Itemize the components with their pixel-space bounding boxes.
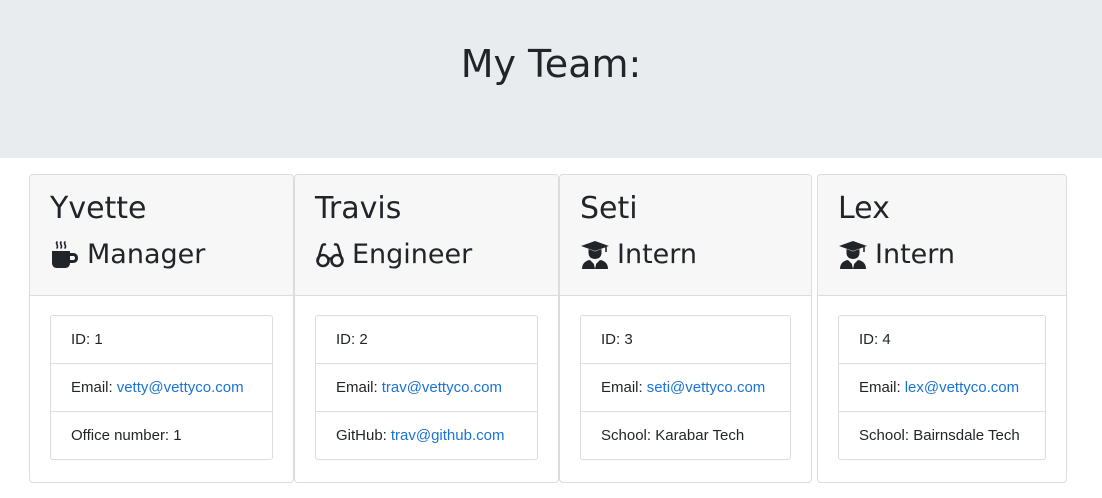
employee-email-row: Email: seti@vettyco.com [581, 364, 790, 412]
github-link[interactable]: trav@github.com [391, 427, 505, 444]
employee-role-label: Manager [87, 239, 206, 270]
card-header: Lex Intern [818, 175, 1066, 296]
id-label: ID: [601, 331, 621, 348]
employee-email-row: Email: lex@vettyco.com [839, 364, 1045, 412]
employee-details-list: ID: 3 Email: seti@vettyco.com School: Kar… [580, 315, 791, 460]
email-link[interactable]: lex@vettyco.com [905, 379, 1019, 396]
employee-github-row: GitHub: trav@github.com [316, 412, 537, 459]
employee-role: Intern [838, 237, 955, 273]
mug-icon [50, 240, 80, 270]
school-label: School: [859, 427, 910, 444]
card-header: Yvette Manager [30, 175, 293, 296]
employee-role: Engineer [315, 237, 472, 273]
employee-card-engineer: Travis Engineer ID: 2 Email: trav@vettyco… [294, 174, 559, 483]
employee-office-row: Office number: 1 [51, 412, 272, 459]
card-header: Travis Engineer [295, 175, 558, 296]
email-label: Email: [601, 379, 643, 396]
id-value: 1 [94, 331, 103, 348]
employee-role-label: Intern [617, 239, 698, 270]
id-label: ID: [336, 331, 356, 348]
graduate-icon [580, 240, 610, 270]
employee-role: Intern [580, 237, 697, 273]
office-label: Office number: [71, 427, 170, 444]
email-link[interactable]: vetty@vettyco.com [117, 379, 244, 396]
employee-card-intern: Seti Intern ID: 3 Email: seti@vettyco.com… [559, 174, 812, 483]
id-label: ID: [859, 331, 879, 348]
employee-name: Yvette [50, 191, 147, 226]
employee-email-row: Email: vetty@vettyco.com [51, 364, 272, 412]
employee-card-manager: Yvette Manager ID: 1 Email: vetty@vettyco… [29, 174, 294, 483]
employee-id-row: ID: 2 [316, 316, 537, 364]
glasses-icon [315, 240, 345, 270]
employee-name: Seti [580, 191, 638, 226]
email-label: Email: [336, 379, 378, 396]
employee-name: Lex [838, 191, 890, 226]
employee-details-list: ID: 2 Email: trav@vettyco.com GitHub: trav… [315, 315, 538, 460]
github-label: GitHub: [336, 427, 387, 444]
graduate-icon [838, 240, 868, 270]
id-value: 3 [624, 331, 633, 348]
page-title: My Team: [460, 42, 642, 86]
employee-details-list: ID: 4 Email: lex@vettyco.com School: Bair… [838, 315, 1046, 460]
employee-card-intern: Lex Intern ID: 4 Email: lex@vettyco.com S… [817, 174, 1067, 483]
employee-details-list: ID: 1 Email: vetty@vettyco.com Office num… [50, 315, 273, 460]
employee-name: Travis [315, 191, 402, 226]
school-label: School: [601, 427, 652, 444]
employee-email-row: Email: trav@vettyco.com [316, 364, 537, 412]
office-value: 1 [173, 427, 182, 444]
id-value: 2 [359, 331, 368, 348]
page-header: My Team: [0, 0, 1102, 158]
email-label: Email: [71, 379, 113, 396]
employee-role-label: Engineer [352, 239, 473, 270]
employee-school-row: School: Bairnsdale Tech [839, 412, 1045, 459]
school-value: Bairnsdale Tech [913, 427, 1020, 444]
email-link[interactable]: seti@vettyco.com [647, 379, 766, 396]
id-value: 4 [882, 331, 891, 348]
employee-role: Manager [50, 237, 205, 273]
card-header: Seti Intern [560, 175, 811, 296]
id-label: ID: [71, 331, 91, 348]
email-link[interactable]: trav@vettyco.com [382, 379, 502, 396]
employee-school-row: School: Karabar Tech [581, 412, 790, 459]
email-label: Email: [859, 379, 901, 396]
employee-id-row: ID: 3 [581, 316, 790, 364]
employee-role-label: Intern [875, 239, 956, 270]
employee-id-row: ID: 1 [51, 316, 272, 364]
school-value: Karabar Tech [655, 427, 745, 444]
employee-id-row: ID: 4 [839, 316, 1045, 364]
